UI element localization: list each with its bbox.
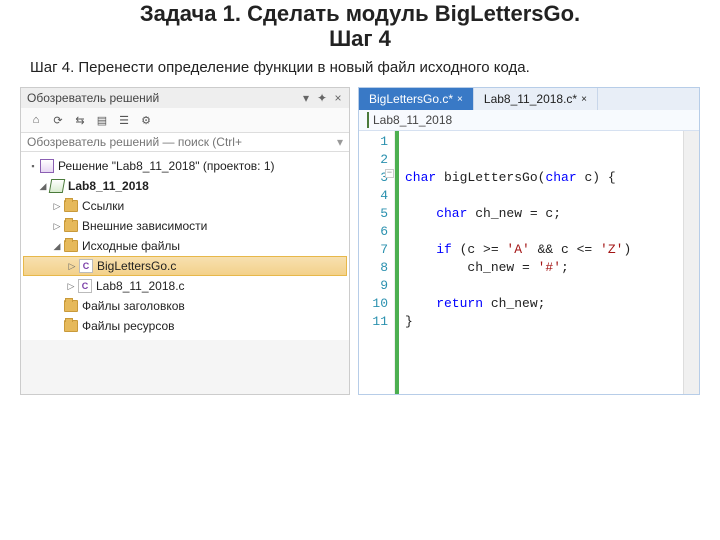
folder-icon [64, 220, 78, 232]
collapse-icon[interactable]: ◢ [51, 241, 63, 252]
line-number: 1 [361, 133, 388, 151]
c-file-icon: C [78, 279, 92, 293]
tab-lab8[interactable]: Lab8_11_2018.c* × [474, 88, 598, 110]
expand-icon[interactable]: ▪ [27, 161, 39, 171]
file1-label: BigLettersGo.c [97, 259, 176, 273]
expand-icon[interactable]: ▷ [51, 221, 63, 232]
panel-toolbar: ⌂ ⟳ ⇆ ▤ ☰ ⚙ [21, 108, 349, 133]
line-number: 2 [361, 151, 388, 169]
line-number: 4 [361, 187, 388, 205]
file-lab8[interactable]: ▷ C Lab8_11_2018.c [23, 276, 347, 296]
slide-title: Задача 1. Сделать модуль BigLettersGo. [0, 0, 720, 28]
src-node[interactable]: ◢ Исходные файлы [23, 236, 347, 256]
line-number: 6 [361, 223, 388, 241]
crumb-label: Lab8_11_2018 [373, 113, 452, 127]
code-text[interactable]: − char bigLettersGo(char c) { char ch_ne… [399, 131, 683, 394]
tab-strip: BigLettersGo.c* × Lab8_11_2018.c* × [359, 88, 699, 110]
search-dropdown-icon[interactable]: ▾ [337, 135, 343, 149]
folder-icon [64, 200, 78, 212]
fold-icon[interactable]: − [385, 169, 394, 178]
project-node[interactable]: ◢ Lab8_11_2018 [23, 176, 347, 196]
solution-icon [40, 159, 54, 173]
line-number: 8 [361, 259, 388, 277]
folder-icon [64, 240, 78, 252]
line-number: 10 [361, 295, 388, 313]
expand-icon[interactable]: ▷ [51, 201, 63, 212]
tree: ▪ Решение "Lab8_11_2018" (проектов: 1) ◢… [21, 152, 349, 340]
close-icon[interactable]: × [333, 91, 343, 105]
properties-icon[interactable]: ☰ [115, 111, 133, 129]
panel-titlebar: Обозреватель решений ▾ ✦ × [21, 88, 349, 108]
ext-label: Внешние зависимости [82, 219, 207, 233]
editor: BigLettersGo.c* × Lab8_11_2018.c* × Lab8… [358, 87, 700, 395]
sync-icon[interactable]: ⇆ [71, 111, 89, 129]
search-row: ▾ [21, 133, 349, 152]
ext-node[interactable]: ▷ Внешние зависимости [23, 216, 347, 236]
tab1-label: BigLettersGo.c* [369, 92, 453, 106]
panel-title-text: Обозреватель решений [27, 91, 159, 105]
solution-explorer: Обозреватель решений ▾ ✦ × ⌂ ⟳ ⇆ ▤ ☰ ⚙ ▾… [20, 87, 350, 395]
slide-subtitle: Шаг 4 [0, 26, 720, 52]
expand-icon[interactable]: ▷ [66, 261, 78, 272]
refs-label: Ссылки [82, 199, 124, 213]
close-tab-icon[interactable]: × [581, 94, 587, 105]
tab-biglettersgo[interactable]: BigLettersGo.c* × [359, 88, 474, 110]
hdr-label: Файлы заголовков [82, 299, 185, 313]
res-label: Файлы ресурсов [82, 319, 175, 333]
refs-node[interactable]: ▷ Ссылки [23, 196, 347, 216]
home-icon[interactable]: ⌂ [27, 111, 45, 129]
src-label: Исходные файлы [82, 239, 180, 253]
line-number: 11 [361, 313, 388, 331]
slide-description: Шаг 4. Перенести определение функции в н… [0, 52, 720, 88]
folder-icon [64, 320, 78, 332]
dropdown-icon[interactable]: ▾ [301, 91, 311, 105]
hdr-node[interactable]: Файлы заголовков [23, 296, 347, 316]
file2-label: Lab8_11_2018.c [96, 279, 185, 293]
expand-icon[interactable]: ▷ [65, 281, 77, 292]
close-tab-icon[interactable]: × [457, 94, 463, 105]
code-area: 1 2 3 4 5 6 7 8 9 10 11 − char bigLetter… [359, 131, 699, 394]
breadcrumb[interactable]: Lab8_11_2018 [359, 110, 699, 131]
line-number: 7 [361, 241, 388, 259]
line-number: 3 [361, 169, 388, 187]
refresh-icon[interactable]: ⟳ [49, 111, 67, 129]
file-biglettersgo[interactable]: ▷ C BigLettersGo.c [23, 256, 347, 276]
scrollbar[interactable] [683, 131, 699, 394]
c-file-icon: C [79, 259, 93, 273]
workspace: Обозреватель решений ▾ ✦ × ⌂ ⟳ ⇆ ▤ ☰ ⚙ ▾… [0, 87, 720, 395]
project-icon [367, 112, 369, 128]
folder-icon [64, 300, 78, 312]
project-label: Lab8_11_2018 [68, 179, 149, 193]
pin-icon[interactable]: ✦ [317, 91, 327, 105]
line-number: 5 [361, 205, 388, 223]
solution-label: Решение "Lab8_11_2018" (проектов: 1) [58, 159, 275, 173]
showall-icon[interactable]: ▤ [93, 111, 111, 129]
search-input[interactable] [27, 135, 337, 149]
collapse-icon[interactable]: ◢ [37, 181, 49, 192]
res-node[interactable]: Файлы ресурсов [23, 316, 347, 336]
project-icon [49, 179, 65, 193]
settings-icon[interactable]: ⚙ [137, 111, 155, 129]
solution-node[interactable]: ▪ Решение "Lab8_11_2018" (проектов: 1) [23, 156, 347, 176]
tab2-label: Lab8_11_2018.c* [484, 92, 577, 106]
line-number: 9 [361, 277, 388, 295]
